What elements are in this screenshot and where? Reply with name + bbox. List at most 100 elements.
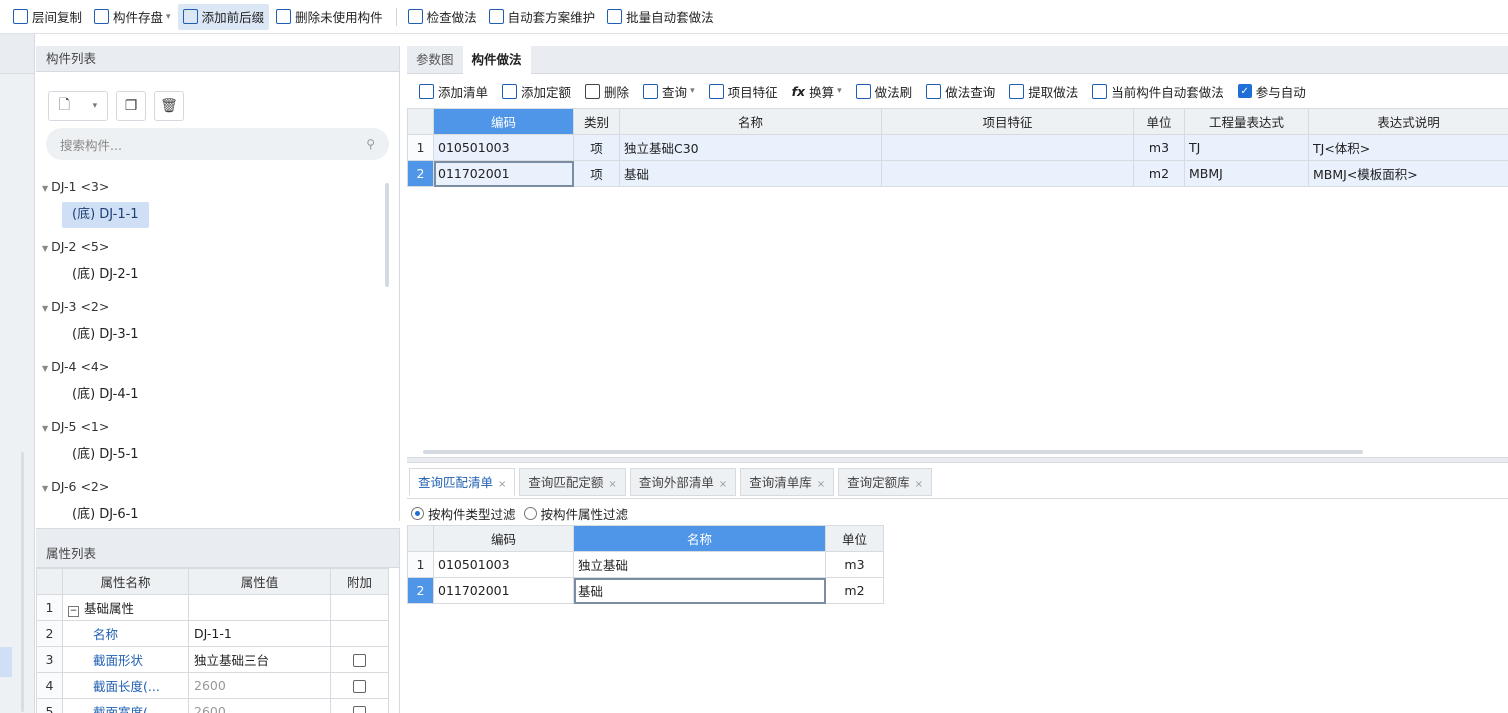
item-feature-button[interactable]: 项目特征 [705, 78, 782, 104]
filter-by-type-radio[interactable] [411, 506, 424, 520]
tree-leaf-dj-3-1[interactable]: (底) DJ-3-1 [36, 322, 386, 352]
close-icon[interactable]: × [817, 479, 825, 490]
expand-arrow-icon[interactable]: ▼ [42, 484, 48, 493]
delete-button[interactable]: 删除 [581, 78, 633, 104]
table-row[interactable]: 1 010501003 项 独立基础C30 m3 TJ TJ<体积> [407, 134, 1508, 161]
tab-query-list-library[interactable]: 查询清单库 × [740, 467, 835, 496]
table-row[interactable]: 4 截面长度(... 2600 [36, 672, 389, 699]
close-icon[interactable]: × [915, 479, 923, 490]
add-prefix-suffix-button[interactable]: 添加前后缀 [177, 3, 270, 30]
add-list-icon [419, 83, 434, 99]
extract-method-button[interactable]: 提取做法 [1005, 78, 1082, 104]
panel-splitter[interactable] [407, 457, 1508, 463]
method-query-button[interactable]: 做法查询 [922, 78, 999, 104]
search-icon[interactable]: ⚲ [366, 137, 375, 151]
table-row[interactable]: 1 010501003 独立基础 m3 [407, 551, 884, 578]
tree-node-dj-3[interactable]: ▼ DJ-3 <2> [36, 292, 386, 322]
add-list-button[interactable]: 添加清单 [415, 78, 492, 104]
auto-scheme-button[interactable]: 自动套方案维护 [484, 4, 601, 30]
tab-query-external-list[interactable]: 查询外部清单 × [629, 467, 737, 496]
col-prop-name[interactable]: 属性名称 [62, 568, 189, 595]
col-feature[interactable]: 项目特征 [881, 108, 1134, 135]
tab-param-diagram[interactable]: 参数图 [407, 46, 463, 74]
method-toolbar: 添加清单 添加定额 删除 查询 ▾ 项目特征 fx 换算 ▾ 做法刷 做法查询 提取做… [407, 76, 1508, 106]
table-row[interactable]: 2 011702001 基础 m2 [407, 577, 884, 604]
table-row[interactable]: 1 − 基础属性 [36, 594, 389, 621]
tree-leaf-dj-6-1[interactable]: (底) DJ-6-1 [36, 502, 386, 521]
tree-leaf-dj-1-1[interactable]: (底) DJ-1-1 [36, 202, 386, 232]
filter-by-property-radio[interactable] [523, 506, 537, 520]
col-type[interactable]: 类别 [573, 108, 620, 135]
expand-arrow-icon[interactable]: ▼ [42, 304, 48, 313]
chevron-down-icon[interactable]: ▾ [837, 86, 842, 96]
extra-checkbox[interactable] [353, 680, 366, 693]
tree-leaf-dj-4-1[interactable]: (底) DJ-4-1 [36, 382, 386, 412]
extra-checkbox[interactable] [353, 654, 366, 667]
scrollbar-thumb[interactable] [423, 450, 1363, 454]
tab-query-match-list[interactable]: 查询匹配清单 × [409, 467, 516, 496]
tab-query-quota-library[interactable]: 查询定额库 × [838, 467, 933, 496]
col-prop-extra[interactable]: 附加 [330, 568, 389, 595]
auto-scheme-icon [488, 9, 504, 24]
panel-splitter[interactable] [36, 528, 399, 540]
add-quota-button[interactable]: 添加定额 [498, 78, 575, 104]
expand-arrow-icon[interactable]: ▼ [42, 184, 48, 193]
close-icon[interactable]: × [498, 479, 506, 490]
grid-horizontal-scrollbar[interactable] [407, 448, 1508, 456]
table-row[interactable]: 2 011702001 项 基础 m2 MBMJ MBMJ<模板面积> [407, 160, 1508, 187]
col-desc[interactable]: 表达式说明 [1308, 108, 1508, 135]
chevron-down-icon[interactable]: ▾ [93, 101, 98, 111]
copy-floor-button[interactable]: 层间复制 [8, 4, 87, 30]
table-row[interactable]: 3 截面形状 独立基础三台 [36, 646, 389, 673]
tree-leaf-dj-2-1[interactable]: (底) DJ-2-1 [36, 262, 386, 292]
new-component-button[interactable]: 🗋 ▾ [48, 90, 108, 121]
close-icon[interactable]: × [608, 479, 616, 490]
convert-button[interactable]: fx 换算 ▾ [788, 78, 846, 104]
collapse-icon[interactable]: − [68, 606, 79, 617]
auto-participate-checkbox[interactable]: ✓ 参与自动 [1234, 78, 1310, 104]
left-strip-scrollbar[interactable] [21, 452, 24, 712]
chevron-down-icon[interactable]: ▾ [690, 86, 695, 96]
expand-arrow-icon[interactable]: ▼ [42, 424, 48, 433]
extra-checkbox[interactable] [353, 706, 366, 713]
col-code[interactable]: 编码 [433, 525, 574, 552]
tree-node-dj-4[interactable]: ▼ DJ-4 <4> [36, 352, 386, 382]
toolbar-divider [395, 7, 397, 26]
batch-auto-button[interactable]: 批量自动套做法 [602, 4, 719, 30]
col-code[interactable]: 编码 [433, 108, 574, 135]
table-row[interactable]: 5 截面宽度(... 2600 [36, 698, 389, 713]
tree-leaf-dj-5-1[interactable]: (底) DJ-5-1 [36, 442, 386, 472]
delete-component-button[interactable]: 🗑 [154, 90, 184, 121]
close-icon[interactable]: × [719, 479, 727, 490]
component-actions: 🗋 ▾ ❐ 🗑 [36, 72, 399, 128]
tab-query-match-quota[interactable]: 查询匹配定额 × [519, 467, 626, 496]
expand-arrow-icon[interactable]: ▼ [42, 244, 48, 253]
delete-unused-button[interactable]: 删除未使用构件 [271, 4, 388, 30]
method-brush-button[interactable]: 做法刷 [852, 78, 917, 104]
tree-node-dj-6[interactable]: ▼ DJ-6 <2> [36, 472, 386, 502]
col-unit[interactable]: 单位 [825, 525, 884, 552]
tree-node-dj-5[interactable]: ▼ DJ-5 <1> [36, 412, 386, 442]
chevron-down-icon[interactable]: ▾ [166, 12, 171, 22]
table-row[interactable]: 2 名称 DJ-1-1 [36, 620, 389, 647]
new-file-icon: 🗋 [58, 96, 71, 113]
tab-component-method[interactable]: 构件做法 [462, 46, 531, 74]
current-auto-method-button[interactable]: 当前构件自动套做法 [1088, 78, 1228, 104]
tree-node-dj-1[interactable]: ▼ DJ-1 <3> [36, 172, 386, 202]
tree-scrollbar[interactable] [385, 183, 389, 287]
component-list-panel: 构件列表 🗋 ▾ ❐ 🗑 搜索构件... ⚲ ▼ DJ-1 <3> (底) DJ-1-… [36, 46, 400, 521]
col-unit[interactable]: 单位 [1133, 108, 1185, 135]
component-tree: ▼ DJ-1 <3> (底) DJ-1-1 ▼ DJ-2 <5> (底) DJ-2-… [36, 172, 386, 521]
expand-arrow-icon[interactable]: ▼ [42, 364, 48, 373]
col-name[interactable]: 名称 [573, 525, 826, 552]
component-search-input[interactable]: 搜索构件... ⚲ [46, 128, 389, 160]
col-expr[interactable]: 工程量表达式 [1184, 108, 1309, 135]
method-grid: 编码 类别 名称 项目特征 单位 工程量表达式 表达式说明 1 01050100… [407, 108, 1508, 187]
query-button[interactable]: 查询 ▾ [639, 78, 699, 104]
col-name[interactable]: 名称 [619, 108, 882, 135]
col-prop-value[interactable]: 属性值 [188, 568, 331, 595]
save-component-button[interactable]: 构件存盘 ▾ [89, 4, 176, 30]
check-method-button[interactable]: 检查做法 [403, 4, 482, 30]
tree-node-dj-2[interactable]: ▼ DJ-2 <5> [36, 232, 386, 262]
duplicate-component-button[interactable]: ❐ [116, 90, 146, 121]
